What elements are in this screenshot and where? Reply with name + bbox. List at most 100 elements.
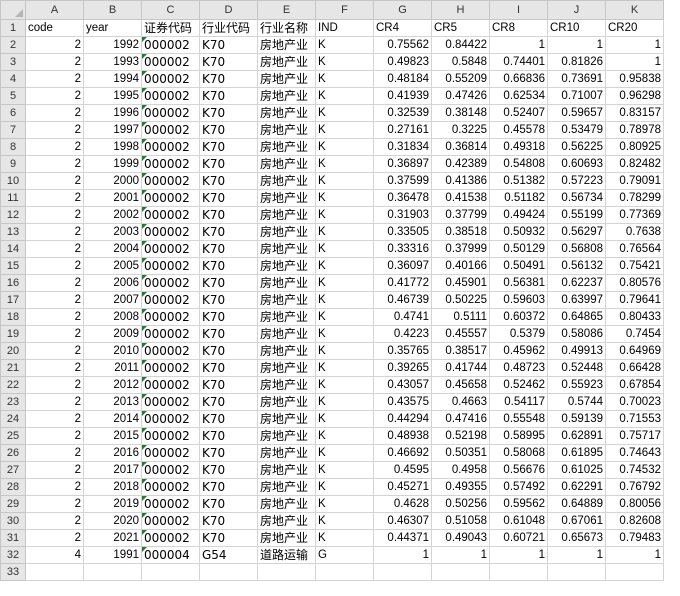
- cell-f1[interactable]: IND: [315, 19, 374, 37]
- cell-c3[interactable]: 000002: [141, 53, 200, 71]
- cell-d3[interactable]: K70: [199, 53, 258, 71]
- cell-a1[interactable]: code: [25, 19, 84, 37]
- cell-i2[interactable]: 1: [489, 36, 548, 54]
- cell-b31[interactable]: 2021: [83, 529, 142, 547]
- cell-h30[interactable]: 0.51058: [431, 512, 490, 530]
- cell-i8[interactable]: 0.49318: [489, 138, 548, 156]
- cell-b9[interactable]: 1999: [83, 155, 142, 173]
- cell-a18[interactable]: 2: [25, 308, 84, 326]
- cell-e7[interactable]: 房地产业: [257, 121, 316, 139]
- cell-b5[interactable]: 1995: [83, 87, 142, 105]
- cell-g14[interactable]: 0.33316: [373, 240, 432, 258]
- cell-f16[interactable]: K: [315, 274, 374, 292]
- cell-c17[interactable]: 000002: [141, 291, 200, 309]
- cell-d7[interactable]: K70: [199, 121, 258, 139]
- cell-c2[interactable]: 000002: [141, 36, 200, 54]
- cell-b7[interactable]: 1997: [83, 121, 142, 139]
- cell-g24[interactable]: 0.44294: [373, 410, 432, 428]
- cell-b28[interactable]: 2018: [83, 478, 142, 496]
- cell-j29[interactable]: 0.64889: [547, 495, 606, 513]
- cell-h27[interactable]: 0.4958: [431, 461, 490, 479]
- cell-d4[interactable]: K70: [199, 70, 258, 88]
- cell-c23[interactable]: 000002: [141, 393, 200, 411]
- cell-f19[interactable]: K: [315, 325, 374, 343]
- row-header[interactable]: 26: [0, 444, 26, 462]
- cell-i31[interactable]: 0.60721: [489, 529, 548, 547]
- cell-k27[interactable]: 0.74532: [605, 461, 664, 479]
- cell-e11[interactable]: 房地产业: [257, 189, 316, 207]
- cell-k16[interactable]: 0.80576: [605, 274, 664, 292]
- row-header[interactable]: 20: [0, 342, 26, 360]
- cell-d12[interactable]: K70: [199, 206, 258, 224]
- cell-g25[interactable]: 0.48938: [373, 427, 432, 445]
- cell-e23[interactable]: 房地产业: [257, 393, 316, 411]
- cell-d26[interactable]: K70: [199, 444, 258, 462]
- cell-j28[interactable]: 0.62291: [547, 478, 606, 496]
- cell-g26[interactable]: 0.46692: [373, 444, 432, 462]
- cell-c27[interactable]: 000002: [141, 461, 200, 479]
- cell-g8[interactable]: 0.31834: [373, 138, 432, 156]
- cell-j17[interactable]: 0.63997: [547, 291, 606, 309]
- cell-c11[interactable]: 000002: [141, 189, 200, 207]
- cell-c29[interactable]: 000002: [141, 495, 200, 513]
- cell-j12[interactable]: 0.55199: [547, 206, 606, 224]
- cell-k19[interactable]: 0.7454: [605, 325, 664, 343]
- cell-k7[interactable]: 0.78978: [605, 121, 664, 139]
- cell-a25[interactable]: 2: [25, 427, 84, 445]
- cell-c8[interactable]: 000002: [141, 138, 200, 156]
- cell-c28[interactable]: 000002: [141, 478, 200, 496]
- cell-g28[interactable]: 0.45271: [373, 478, 432, 496]
- cell-k24[interactable]: 0.71553: [605, 410, 664, 428]
- cell-a17[interactable]: 2: [25, 291, 84, 309]
- cell-d17[interactable]: K70: [199, 291, 258, 309]
- cell-c19[interactable]: 000002: [141, 325, 200, 343]
- cell-h31[interactable]: 0.49043: [431, 529, 490, 547]
- cell-h17[interactable]: 0.50225: [431, 291, 490, 309]
- cell-k4[interactable]: 0.95838: [605, 70, 664, 88]
- cell-a12[interactable]: 2: [25, 206, 84, 224]
- cell-g12[interactable]: 0.31903: [373, 206, 432, 224]
- cell-a24[interactable]: 2: [25, 410, 84, 428]
- cell-a30[interactable]: 2: [25, 512, 84, 530]
- cell-a22[interactable]: 2: [25, 376, 84, 394]
- cell-d21[interactable]: K70: [199, 359, 258, 377]
- cell-f26[interactable]: K: [315, 444, 374, 462]
- cell-b8[interactable]: 1998: [83, 138, 142, 156]
- cell-i19[interactable]: 0.5379: [489, 325, 548, 343]
- cell-g31[interactable]: 0.44371: [373, 529, 432, 547]
- cell-j9[interactable]: 0.60693: [547, 155, 606, 173]
- cell-b10[interactable]: 2000: [83, 172, 142, 190]
- cell-d6[interactable]: K70: [199, 104, 258, 122]
- cell-c9[interactable]: 000002: [141, 155, 200, 173]
- row-header[interactable]: 33: [0, 563, 26, 581]
- cell-i28[interactable]: 0.57492: [489, 478, 548, 496]
- row-header[interactable]: 17: [0, 291, 26, 309]
- cell-g18[interactable]: 0.4741: [373, 308, 432, 326]
- cell-g22[interactable]: 0.43057: [373, 376, 432, 394]
- cell-b29[interactable]: 2019: [83, 495, 142, 513]
- cell-a5[interactable]: 2: [25, 87, 84, 105]
- cell-d28[interactable]: K70: [199, 478, 258, 496]
- cell-e22[interactable]: 房地产业: [257, 376, 316, 394]
- cell-j16[interactable]: 0.62237: [547, 274, 606, 292]
- cell-c7[interactable]: 000002: [141, 121, 200, 139]
- cell-f33[interactable]: [315, 563, 374, 581]
- cell-a27[interactable]: 2: [25, 461, 84, 479]
- cell-h12[interactable]: 0.37799: [431, 206, 490, 224]
- row-header[interactable]: 28: [0, 478, 26, 496]
- cell-g33[interactable]: [373, 563, 432, 581]
- cell-a31[interactable]: 2: [25, 529, 84, 547]
- row-header[interactable]: 6: [0, 104, 26, 122]
- cell-a13[interactable]: 2: [25, 223, 84, 241]
- cell-c1[interactable]: 证券代码: [141, 19, 200, 37]
- cell-a9[interactable]: 2: [25, 155, 84, 173]
- cell-i15[interactable]: 0.50491: [489, 257, 548, 275]
- cell-h22[interactable]: 0.45658: [431, 376, 490, 394]
- row-header[interactable]: 24: [0, 410, 26, 428]
- cell-f15[interactable]: K: [315, 257, 374, 275]
- cell-g3[interactable]: 0.49823: [373, 53, 432, 71]
- cell-j4[interactable]: 0.73691: [547, 70, 606, 88]
- cell-d22[interactable]: K70: [199, 376, 258, 394]
- cell-k20[interactable]: 0.64969: [605, 342, 664, 360]
- cell-f8[interactable]: K: [315, 138, 374, 156]
